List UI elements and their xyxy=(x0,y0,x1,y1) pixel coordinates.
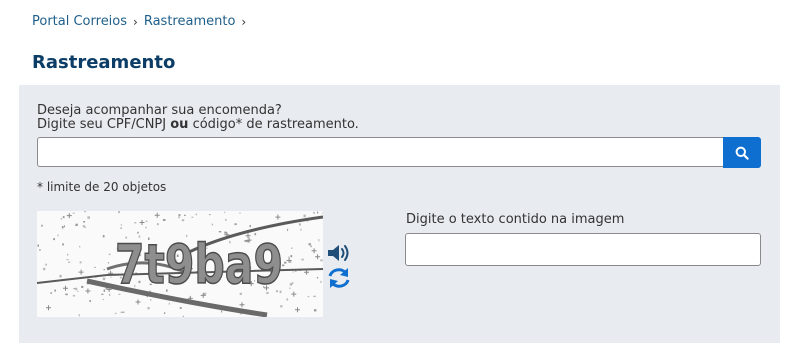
prompt-line-2-emphasis: ou xyxy=(170,117,189,132)
captcha-refresh-button[interactable] xyxy=(326,266,352,290)
prompt-line-1: Deseja acompanhar sua encomenda? xyxy=(37,103,282,118)
page-title: Rastreamento xyxy=(32,52,176,73)
breadcrumb-separator: › xyxy=(133,14,138,29)
breadcrumb-link-portal-correios[interactable]: Portal Correios xyxy=(32,14,127,29)
captcha-input[interactable] xyxy=(405,233,761,266)
breadcrumb: Portal Correios › Rastreamento › xyxy=(32,14,252,29)
captcha-image: 7t9ba9 xyxy=(36,211,324,318)
captcha-label: Digite o texto contido na imagem xyxy=(406,212,625,227)
limit-note: * limite de 20 objetos xyxy=(37,180,167,194)
speaker-icon xyxy=(328,245,349,261)
breadcrumb-separator: › xyxy=(241,14,247,29)
search-icon xyxy=(735,146,749,160)
tracking-code-input[interactable] xyxy=(37,137,723,167)
prompt-line-2: Digite seu CPF/CNPJ ou código* de rastre… xyxy=(37,118,359,132)
captcha-audio-button[interactable] xyxy=(326,242,352,266)
search-button[interactable] xyxy=(723,137,761,168)
prompt-line-2-start: Digite seu CPF/CNPJ xyxy=(37,117,171,132)
breadcrumb-link-rastreamento[interactable]: Rastreamento xyxy=(144,14,236,29)
prompt-line-2-end: código* de rastreamento. xyxy=(188,117,359,132)
captcha-characters: 7t9ba9 xyxy=(115,233,283,296)
refresh-icon xyxy=(328,268,350,288)
tracking-form-panel: Deseja acompanhar sua encomenda? Digite … xyxy=(19,85,780,343)
tracking-prompt: Deseja acompanhar sua encomenda? Digite … xyxy=(37,104,359,132)
